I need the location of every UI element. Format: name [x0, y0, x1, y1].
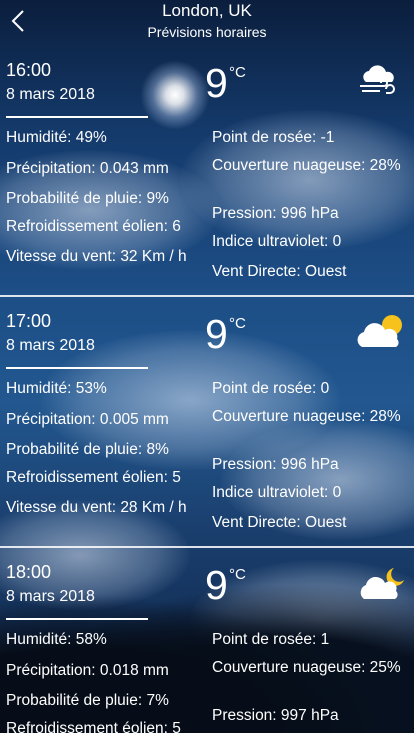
hour-time: 18:00 — [6, 562, 52, 582]
cloud-cover-text: Couverture nuageuse: 25% — [212, 659, 401, 676]
humidity-text: Humidité: 49% — [6, 129, 107, 146]
hour-time: 17:00 — [6, 311, 52, 331]
rain-probability-text: Probabilité de pluie: 7% — [6, 692, 169, 709]
dewpoint-text: Point de rosée: -1 — [212, 129, 335, 146]
divider — [6, 116, 148, 118]
cloud-cover-text: Couverture nuageuse: 28% — [212, 408, 401, 425]
temperature-unit: °C — [229, 64, 246, 81]
pressure-text: Pression: 996 hPa — [212, 205, 339, 222]
location-title: London, UK — [162, 1, 252, 20]
wind-speed-text: Vitesse du vent: 28 Km / h — [6, 499, 187, 516]
cloud-sun-icon — [356, 313, 406, 356]
uv-index-text: Indice ultraviolet: 0 — [212, 233, 342, 250]
windchill-text: Refroidissement éolien: 5 — [6, 720, 181, 733]
temperature-value: 9 — [205, 562, 228, 608]
cloud-moon-icon — [360, 566, 406, 607]
precipitation-text: Précipitation: 0.005 mm — [6, 411, 169, 428]
wind-direction-text: Vent Directe: Ouest — [212, 514, 347, 531]
uv-index-text: Indice ultraviolet: 0 — [212, 484, 342, 501]
temperature-unit: °C — [229, 566, 246, 583]
precipitation-text: Précipitation: 0.043 mm — [6, 160, 169, 177]
pressure-text: Pression: 997 hPa — [212, 707, 339, 724]
windchill-text: Refroidissement éolien: 6 — [6, 218, 181, 235]
dewpoint-text: Point de rosée: 1 — [212, 631, 330, 648]
pressure-text: Pression: 996 hPa — [212, 456, 339, 473]
hour-block: 18:00 8 mars 2018 9 °C Humidité: 58% Pré… — [0, 546, 414, 733]
wind-speed-text: Vitesse du vent: 32 Km / h — [6, 248, 187, 265]
rain-probability-text: Probabilité de pluie: 8% — [6, 441, 169, 458]
hour-date: 8 mars 2018 — [6, 86, 95, 103]
divider — [6, 618, 148, 620]
temperature-value: 9 — [205, 60, 228, 106]
temperature-value: 9 — [205, 311, 228, 357]
page-subtitle: Prévisions horaires — [147, 24, 267, 40]
wind-direction-text: Vent Directe: Ouest — [212, 263, 347, 280]
hour-date: 8 mars 2018 — [6, 337, 95, 354]
app-header: London, UK Prévisions horaires — [0, 0, 414, 44]
dewpoint-text: Point de rosée: 0 — [212, 380, 330, 397]
precipitation-text: Précipitation: 0.018 mm — [6, 662, 169, 679]
humidity-text: Humidité: 58% — [6, 631, 107, 648]
rain-probability-text: Probabilité de pluie: 9% — [6, 190, 169, 207]
humidity-text: Humidité: 53% — [6, 380, 107, 397]
divider — [6, 367, 148, 369]
hour-date: 8 mars 2018 — [6, 588, 95, 605]
cloud-cover-text: Couverture nuageuse: 28% — [212, 157, 401, 174]
hour-block: 17:00 8 mars 2018 9 °C Humidité: 53% Pré… — [0, 295, 414, 547]
hour-block: 16:00 8 mars 2018 9 °C Humidité: 49% Pré… — [0, 44, 414, 296]
temperature-unit: °C — [229, 315, 246, 332]
cloud-wind-icon — [358, 62, 398, 103]
hour-time: 16:00 — [6, 60, 52, 80]
windchill-text: Refroidissement éolien: 5 — [6, 469, 181, 486]
